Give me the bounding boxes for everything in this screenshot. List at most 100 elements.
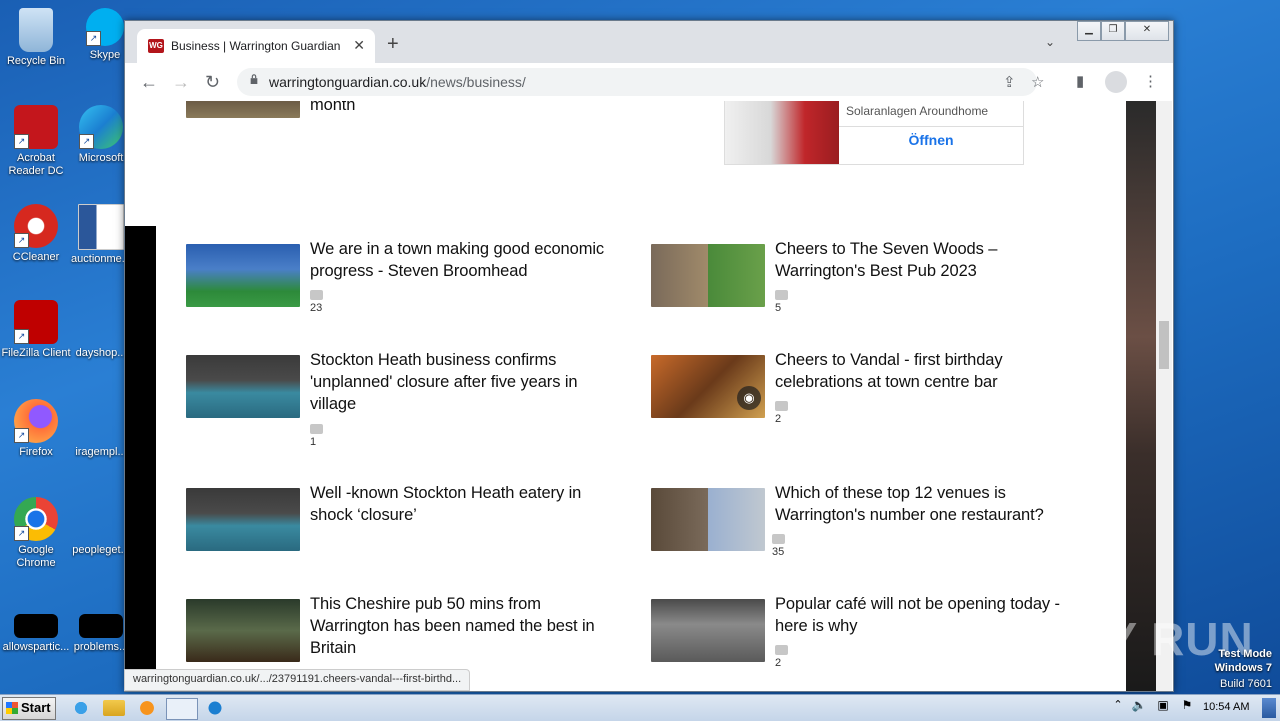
comment-icon — [775, 645, 788, 655]
ie-icon[interactable] — [70, 698, 92, 718]
watermark-test-mode: Test Mode — [1218, 648, 1272, 660]
article-title[interactable]: Cheers to The Seven Woods – Warrington's… — [775, 238, 1085, 282]
tab-business[interactable]: WG Business | Warrington Guardian ✕ — [137, 29, 375, 63]
tab-strip: WG Business | Warrington Guardian ✕ + ⌄ … — [125, 21, 1173, 63]
show-desktop-button[interactable] — [1262, 698, 1276, 718]
comment-icon — [310, 424, 323, 434]
restore-button[interactable]: ❐ — [1101, 21, 1125, 41]
desktop-icon-firefox[interactable]: ↗ Firefox — [1, 399, 71, 459]
start-button[interactable]: Start — [2, 697, 56, 720]
article-title[interactable]: We are in a town making good economic pr… — [310, 238, 620, 282]
comment-icon — [310, 290, 323, 300]
minimize-button[interactable]: ▁ — [1077, 21, 1101, 41]
lock-icon — [250, 74, 258, 84]
close-window-button[interactable]: ✕ — [1125, 21, 1169, 41]
black-file-icon — [79, 614, 123, 638]
word-document-icon — [78, 204, 124, 250]
desktop-icon-label: peopleget... — [72, 544, 130, 556]
chevron-down-icon[interactable]: ⌄ — [1045, 35, 1055, 49]
action-center-flag-icon[interactable]: ⚑ — [1176, 698, 1198, 718]
profile-avatar[interactable] — [1105, 71, 1127, 93]
menu-kebab-icon[interactable]: ⋮ — [1143, 72, 1158, 90]
camera-icon: ◉ — [737, 386, 761, 410]
tray-chevron-icon[interactable]: ⌃ — [1107, 698, 1129, 718]
article-title[interactable]: month — [310, 101, 620, 116]
article-thumbnail[interactable] — [186, 599, 300, 662]
comment-count[interactable]: 1 — [310, 424, 329, 448]
ad-image — [725, 101, 839, 164]
windows-flag-icon — [6, 702, 18, 714]
article-thumbnail[interactable] — [651, 599, 765, 662]
article-title[interactable]: Cheers to Vandal - first birthday celebr… — [775, 349, 1085, 393]
explorer-icon[interactable] — [103, 700, 125, 716]
url-path: /news/business/ — [426, 74, 526, 90]
article-thumbnail[interactable] — [651, 488, 765, 551]
article-thumbnail[interactable] — [186, 488, 300, 551]
back-icon[interactable]: ← — [140, 72, 158, 93]
desktop-icon-label: auctionme... — [71, 253, 131, 265]
advertisement[interactable]: Solaranlagen Aroundhome Öffnen — [724, 101, 1024, 165]
bookmark-star-icon[interactable]: ☆ — [1031, 73, 1044, 91]
article-title[interactable]: Well -known Stockton Heath eatery in sho… — [310, 482, 620, 526]
comment-icon — [772, 534, 785, 544]
desktop-icon-filezilla[interactable]: ↗ FileZilla Client — [1, 300, 71, 360]
desktop-icon-recycle-bin[interactable]: Recycle Bin — [1, 8, 71, 68]
comment-count[interactable]: 35 — [772, 534, 791, 558]
close-tab-icon[interactable]: ✕ — [353, 37, 365, 54]
desktop-icon-label: Skype — [89, 49, 121, 61]
taskbar: Start ⌃ 🔈 ▣ ⚑ 10:54 AM — [0, 694, 1280, 721]
watermark-build: Build 7601 — [1220, 678, 1272, 690]
watermark-windows: Windows 7 — [1214, 662, 1272, 674]
network-icon[interactable]: ▣ — [1152, 698, 1174, 718]
ad-text: Solaranlagen Aroundhome — [846, 104, 989, 118]
comment-icon — [775, 401, 788, 411]
side-panel-icon[interactable]: ▮ — [1076, 72, 1084, 90]
url-text: warringtonguardian.co.uk/news/business/ — [269, 74, 526, 90]
article-thumbnail[interactable] — [186, 355, 300, 418]
reload-icon[interactable]: ↻ — [205, 72, 220, 93]
desktop-icon-label: Microsoft — [78, 152, 124, 164]
desktop-icon-acrobat[interactable]: ↗ Acrobat Reader DC — [1, 105, 71, 178]
article-title[interactable]: This Cheshire pub 50 mins from Warringto… — [310, 593, 620, 659]
chrome-icon: ↗ — [14, 497, 58, 541]
chrome-taskbar-icon[interactable] — [166, 698, 198, 720]
page-content: month Solaranlagen Aroundhome Öffnen We … — [125, 101, 1173, 691]
file-icon — [79, 300, 123, 344]
black-file-icon — [14, 614, 58, 638]
article-thumbnail[interactable] — [186, 244, 300, 307]
scrollbar[interactable] — [1156, 101, 1172, 691]
article-thumbnail[interactable] — [186, 101, 300, 118]
new-tab-icon[interactable]: + — [387, 33, 399, 56]
browser-window: WG Business | Warrington Guardian ✕ + ⌄ … — [124, 20, 1174, 692]
desktop-icon-allowspartic[interactable]: allowspartic... — [1, 614, 71, 654]
address-bar[interactable]: warringtonguardian.co.uk/news/business/ … — [237, 68, 1044, 96]
skype-icon: ↗ — [86, 8, 124, 46]
article-title[interactable]: Which of these top 12 venues is Warringt… — [775, 482, 1085, 526]
media-player-icon[interactable] — [136, 698, 158, 718]
file-icon — [79, 497, 123, 541]
desktop-icon-label: allowspartic... — [2, 641, 70, 653]
scrollbar-thumb[interactable] — [1159, 321, 1169, 369]
start-label: Start — [21, 700, 51, 715]
volume-icon[interactable]: 🔈 — [1128, 698, 1150, 718]
desktop-icon-label: problems... — [73, 641, 129, 653]
article-title[interactable]: Stockton Heath business confirms 'unplan… — [310, 349, 620, 415]
desktop-icon-label: iragempl... — [75, 446, 127, 458]
acrobat-icon: ↗ — [14, 105, 58, 149]
forward-icon[interactable]: → — [172, 72, 190, 93]
desktop-icon-label: Google Chrome — [16, 544, 56, 569]
share-icon[interactable]: ⇪ — [1003, 73, 1016, 91]
ad-open-button[interactable]: Öffnen — [839, 132, 1023, 148]
comment-count[interactable]: 2 — [775, 401, 794, 425]
desktop-icon-ccleaner[interactable]: ↗ CCleaner — [1, 204, 71, 264]
clock[interactable]: 10:54 AM — [1203, 701, 1249, 713]
comment-count[interactable]: 5 — [775, 290, 794, 314]
comment-count[interactable]: 2 — [775, 645, 794, 669]
comment-count[interactable]: 23 — [310, 290, 329, 314]
edge-taskbar-icon[interactable] — [204, 698, 226, 718]
ccleaner-icon: ↗ — [14, 204, 58, 248]
desktop-icon-chrome[interactable]: ↗ Google Chrome — [1, 497, 71, 570]
article-thumbnail[interactable] — [651, 244, 765, 307]
status-bar-url: warringtonguardian.co.uk/.../23791191.ch… — [124, 669, 471, 691]
comment-icon — [775, 290, 788, 300]
